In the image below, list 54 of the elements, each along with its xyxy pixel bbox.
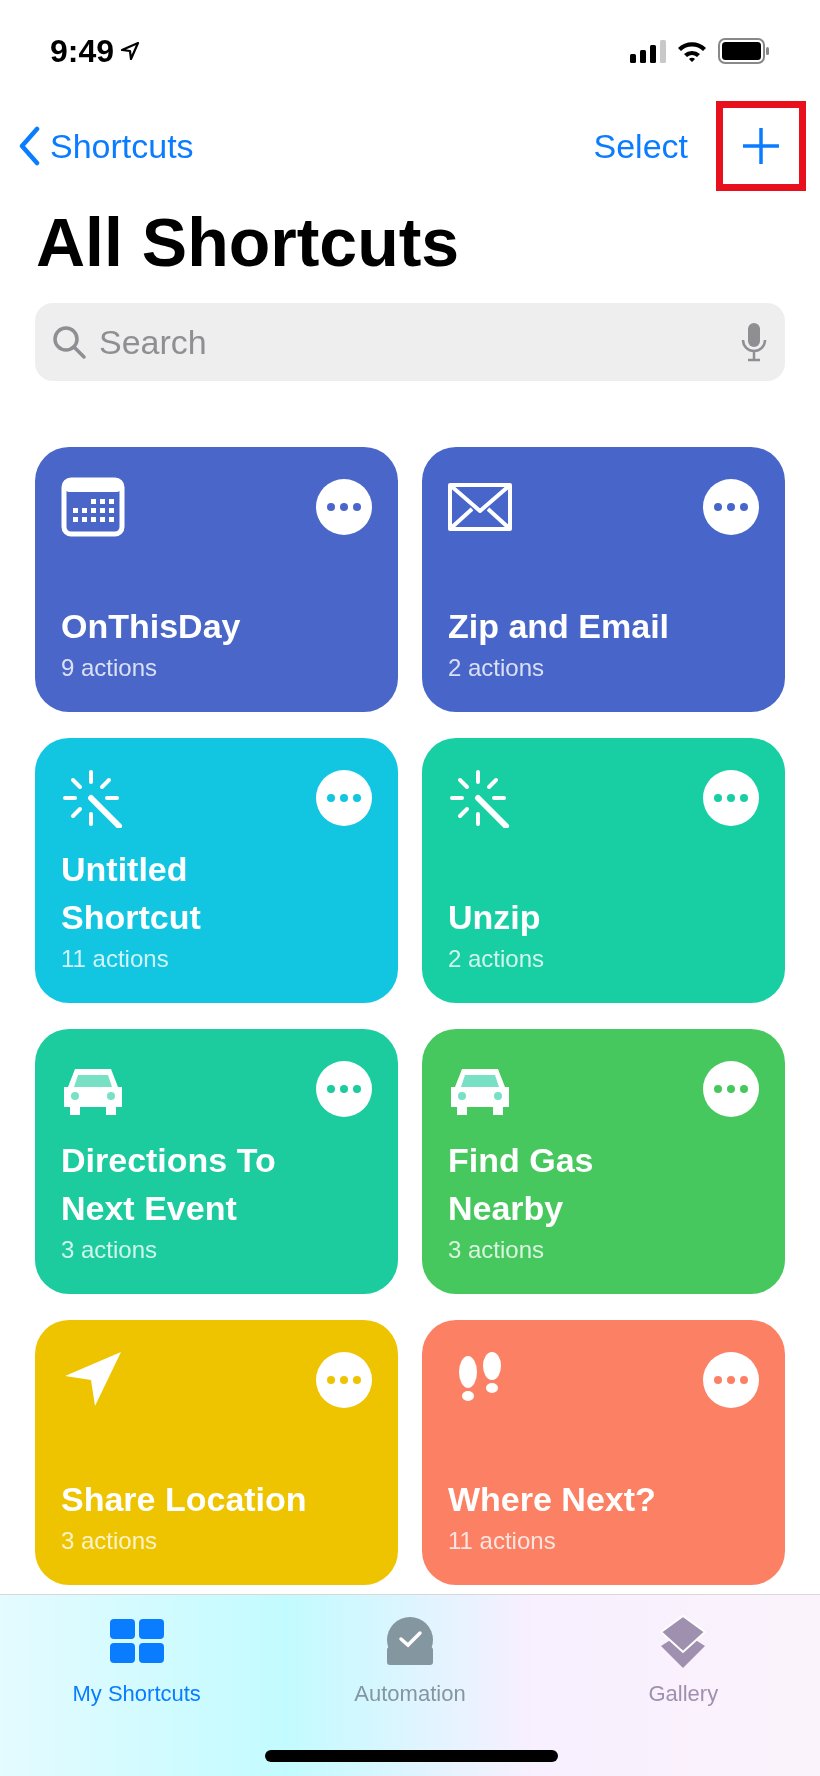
page-title: All Shortcuts [36,203,461,282]
tab-item[interactable]: My Shortcuts [0,1613,274,1710]
more-button[interactable] [703,1061,759,1117]
shortcut-card[interactable]: Unzip 2 actions [422,738,785,1003]
shortcut-title: Nearby [448,1188,565,1229]
more-button[interactable] [316,479,372,535]
back-button[interactable]: Shortcuts [18,120,194,172]
status-time: 9:49 [50,32,115,71]
clock-check-icon [386,1617,434,1665]
chevron-left-icon [18,126,40,166]
tab-item[interactable]: Automation [273,1613,547,1710]
shortcut-title: Where Next? [448,1479,657,1520]
grid-icon [109,1619,164,1663]
shortcut-card[interactable]: Untitled Shortcut 11 actions [35,738,398,1003]
search-field[interactable]: Search [35,303,785,381]
calendar-icon [61,477,125,537]
signal-icon [630,39,666,63]
action-count: 11 actions [448,1526,557,1556]
wifi-icon [676,39,708,63]
location-arrow-icon [120,41,141,61]
shortcut-card[interactable]: OnThisDay 9 actions [35,447,398,712]
action-count: 2 actions [448,653,546,683]
shortcut-title: OnThisDay [61,606,242,647]
action-count: 2 actions [448,944,546,974]
shortcut-title: Find Gas [448,1140,595,1181]
action-count: 3 actions [61,1235,159,1265]
shortcut-card[interactable]: Zip and Email 2 actions [422,447,785,712]
shortcut-title: Directions To [61,1140,277,1181]
plus-icon [741,126,781,166]
shortcut-card[interactable]: Find Gas Nearby 3 actions [422,1029,785,1294]
action-count: 9 actions [61,653,159,683]
more-button[interactable] [703,479,759,535]
microphone-icon [741,322,767,362]
shortcut-title: Shortcut [61,897,202,938]
search-icon [51,324,87,360]
battery-icon [718,38,770,64]
add-button[interactable] [716,101,806,191]
shortcut-title: Share Location [61,1479,308,1520]
magic-wand-icon [61,768,125,828]
select-button[interactable]: Select [593,120,688,172]
action-count: 3 actions [448,1235,546,1265]
shortcut-title: Zip and Email [448,606,671,647]
magic-wand-icon [448,768,512,828]
shortcut-title: Next Event [61,1188,238,1229]
shortcut-title: Untitled [61,849,189,890]
more-button[interactable] [703,1352,759,1408]
action-count: 3 actions [61,1526,159,1556]
shortcut-card[interactable]: Directions To Next Event 3 actions [35,1029,398,1294]
layers-icon [659,1614,708,1668]
shortcut-card[interactable]: Share Location 3 actions [35,1320,398,1585]
tab-item[interactable]: Gallery [546,1613,820,1710]
action-count: 11 actions [61,944,170,974]
shortcut-card[interactable]: Where Next? 11 actions [422,1320,785,1585]
shortcut-title: Unzip [448,897,542,938]
